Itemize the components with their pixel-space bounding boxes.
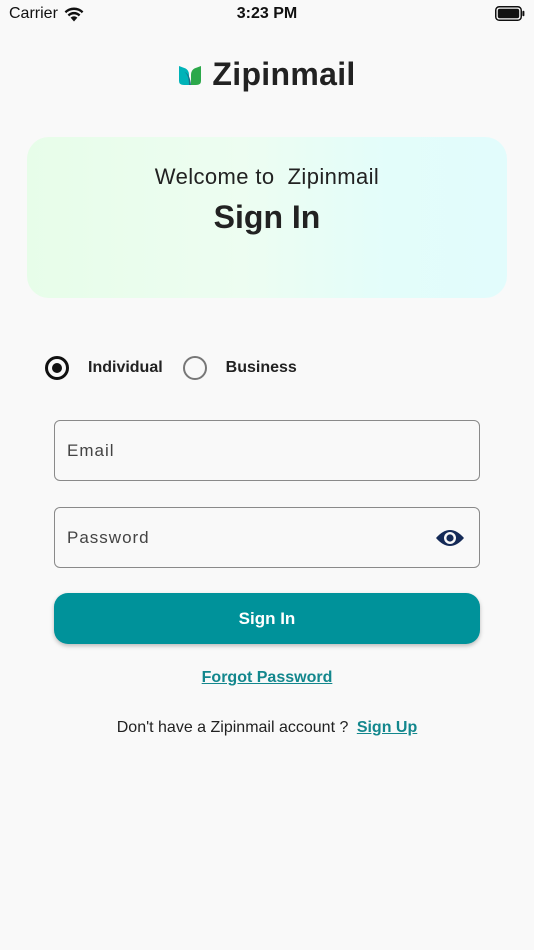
forgot-password-link[interactable]: Forgot Password — [202, 669, 333, 686]
signup-prompt: Don't have a Zipinmail account ? — [116, 719, 349, 736]
account-type-radio-group: Individual Business — [45, 356, 297, 380]
status-time: 3:23 PM — [236, 5, 298, 22]
eye-icon[interactable] — [435, 525, 465, 551]
forgot-password-row: Forgot Password — [0, 669, 534, 687]
password-input[interactable] — [67, 508, 427, 567]
status-bar: Carrier 3:23 PM — [0, 0, 534, 30]
radio-label-individual: Individual — [88, 359, 163, 376]
password-field[interactable] — [54, 507, 480, 568]
email-field[interactable] — [54, 420, 480, 481]
email-input[interactable] — [67, 421, 427, 480]
radio-label-business: Business — [225, 359, 297, 376]
radio-button-business[interactable] — [182, 356, 207, 380]
brand-header: Zipinmail — [0, 56, 534, 93]
sign-up-link[interactable]: Sign Up — [357, 719, 417, 736]
radio-option-business[interactable]: Business — [182, 356, 297, 380]
sign-in-button[interactable]: Sign In — [54, 593, 480, 644]
signup-row: Don't have a Zipinmail account ? Sign Up — [0, 719, 534, 737]
radio-button-individual[interactable] — [45, 356, 69, 380]
page-title: Sign In — [213, 199, 321, 235]
battery-icon — [495, 6, 525, 21]
radio-option-individual[interactable]: Individual — [45, 356, 163, 380]
brand-name: Zipinmail — [212, 56, 356, 92]
leaf-logo-icon — [179, 65, 202, 85]
welcome-text: Welcome to Zipinmail — [154, 164, 380, 189]
